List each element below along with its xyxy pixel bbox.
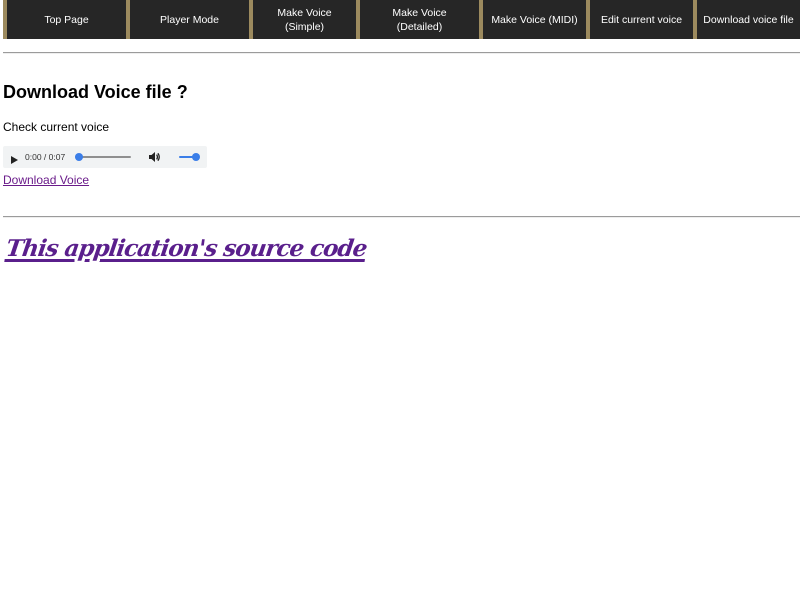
audio-time-display: 0:00 / 0:07	[25, 152, 66, 162]
source-code-link[interactable]: This application's source code	[4, 234, 368, 264]
play-icon[interactable]	[9, 152, 19, 164]
nav-top-page[interactable]: Top Page	[7, 0, 126, 39]
nav-make-voice-midi[interactable]: Make Voice (MIDI)	[483, 0, 586, 39]
seek-thumb[interactable]	[75, 153, 83, 161]
divider	[3, 216, 800, 218]
volume-thumb[interactable]	[192, 153, 200, 161]
top-navigation: Top Page Player Mode Make Voice (Simple)…	[3, 0, 800, 39]
nav-download-voice-file[interactable]: Download voice file	[697, 0, 800, 39]
page-title: Download Voice file ?	[3, 82, 188, 102]
seek-track	[75, 156, 131, 158]
nav-edit-current-voice[interactable]: Edit current voice	[590, 0, 693, 39]
volume-slider[interactable]	[179, 152, 201, 162]
download-voice-link[interactable]: Download Voice	[3, 173, 89, 187]
nav-player-mode[interactable]: Player Mode	[130, 0, 249, 39]
check-voice-label: Check current voice	[3, 120, 110, 134]
nav-make-voice-detailed[interactable]: Make Voice (Detailed)	[360, 0, 479, 39]
nav-make-voice-simple[interactable]: Make Voice (Simple)	[253, 0, 356, 39]
divider	[3, 52, 800, 54]
audio-seek-slider[interactable]	[75, 152, 135, 162]
audio-player: 0:00 / 0:07	[3, 146, 207, 168]
volume-icon[interactable]	[147, 150, 161, 164]
page: Top Page Player Mode Make Voice (Simple)…	[0, 0, 800, 600]
